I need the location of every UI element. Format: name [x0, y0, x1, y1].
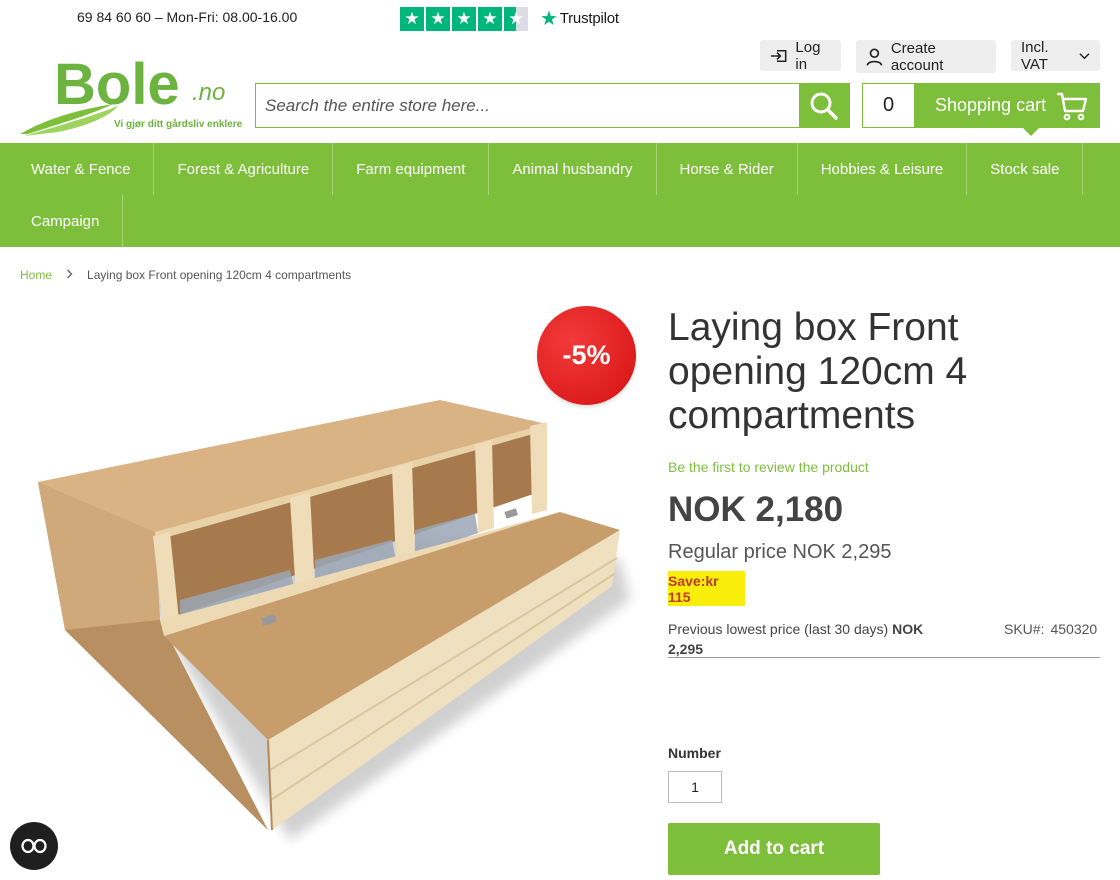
nav-item-stock-sale[interactable]: Stock sale: [967, 143, 1084, 195]
shopping-cart-label: Shopping cart: [935, 95, 1047, 115]
save-badge: Save:kr 115: [668, 571, 745, 606]
shopping-cart-button[interactable]: Shopping cart: [915, 83, 1100, 136]
breadcrumb-home[interactable]: Home: [20, 268, 52, 282]
site-logo[interactable]: Bole .no Vi gjør ditt gårdsliv enklere: [18, 50, 244, 140]
sku-value: 450320: [1050, 621, 1098, 637]
trustpilot-logo: ★ Trustpilot: [540, 6, 619, 31]
nav-item-animal-husbandry[interactable]: Animal husbandry: [489, 143, 657, 195]
accessibility-icon: [21, 838, 47, 854]
nav-item-forest-agriculture[interactable]: Forest & Agriculture: [154, 143, 334, 195]
login-button[interactable]: Log in: [760, 38, 841, 73]
chevron-down-icon: [1079, 52, 1090, 59]
sku: SKU#: 450320: [1004, 619, 1097, 639]
search-icon: [810, 92, 838, 120]
regular-price: Regular price NOK 2,295: [668, 541, 891, 564]
prev-low-label: Previous lowest price (last 30 days): [668, 621, 889, 637]
trustpilot-brand: Trustpilot: [559, 10, 619, 27]
trustpilot-star-icon: ★: [540, 8, 558, 30]
star-icon: ★: [426, 6, 450, 31]
sku-label: SKU#:: [1004, 621, 1045, 637]
half-star-icon: ★: [504, 6, 528, 31]
vat-selector[interactable]: Incl. VAT: [1011, 38, 1100, 73]
star-icon: ★: [452, 6, 476, 31]
cart-count: 0: [862, 83, 915, 128]
svg-text:Bole: Bole: [54, 52, 180, 117]
nav-item-campaign[interactable]: Campaign: [0, 195, 124, 247]
breadcrumb: Home Laying box Front opening 120cm 4 co…: [20, 268, 351, 282]
trustpilot-widget[interactable]: ★ ★ ★ ★ ★ ★ Trustpilot: [400, 6, 619, 31]
cart-icon: [1057, 92, 1088, 120]
bole-logo-graphic: Bole .no Vi gjør ditt gårdsliv enklere: [20, 52, 243, 136]
divider: [668, 657, 1100, 658]
nav-item-water-fence[interactable]: Water & Fence: [0, 143, 155, 195]
mini-cart[interactable]: 0 Shopping cart: [862, 83, 1100, 136]
search-bar: [255, 83, 850, 128]
quantity-input[interactable]: [668, 771, 722, 803]
chevron-right-icon: [66, 268, 73, 282]
product-price: NOK 2,180: [668, 490, 844, 529]
nav-item-hobbies-leisure[interactable]: Hobbies & Leisure: [798, 143, 968, 195]
regular-price-value: NOK 2,295: [792, 541, 892, 563]
regular-price-label: Regular price: [668, 541, 787, 563]
star-icon: ★: [400, 6, 424, 31]
product-title: Laying box Front opening 120cm 4 compart…: [668, 306, 968, 437]
add-to-cart-button[interactable]: Add to cart: [668, 823, 880, 875]
quantity-label: Number: [668, 745, 721, 761]
svg-text:Vi gjør ditt gårdsliv enklere: Vi gjør ditt gårdsliv enklere: [114, 118, 243, 130]
review-link[interactable]: Be the first to review the product: [668, 459, 869, 475]
nav-item-farm-equipment[interactable]: Farm equipment: [333, 143, 490, 195]
svg-text:.no: .no: [192, 79, 225, 106]
accessibility-button[interactable]: [10, 822, 58, 870]
user-icon: [866, 47, 883, 66]
create-account-label: Create account: [890, 39, 944, 74]
discount-badge: -5%: [537, 306, 636, 405]
main-navigation: Water & Fence Forest & Agriculture Farm …: [0, 143, 1120, 247]
create-account-button[interactable]: Create account: [856, 39, 996, 74]
nav-item-horse-rider[interactable]: Horse & Rider: [657, 143, 798, 195]
search-button[interactable]: [799, 84, 849, 127]
login-label: Log in: [795, 38, 821, 73]
vat-label: Incl. VAT: [1021, 38, 1049, 73]
previous-lowest-price: Previous lowest price (last 30 days) NOK…: [668, 619, 938, 659]
star-icon: ★: [478, 6, 502, 31]
trustpilot-stars: ★ ★ ★ ★ ★: [400, 6, 528, 31]
support-phone: 69 84 60 60 – Mon-Fri: 08.00-16.00: [77, 9, 298, 25]
breadcrumb-current: Laying box Front opening 120cm 4 compart…: [87, 268, 352, 282]
search-input[interactable]: [256, 84, 799, 127]
login-icon: [770, 49, 787, 62]
